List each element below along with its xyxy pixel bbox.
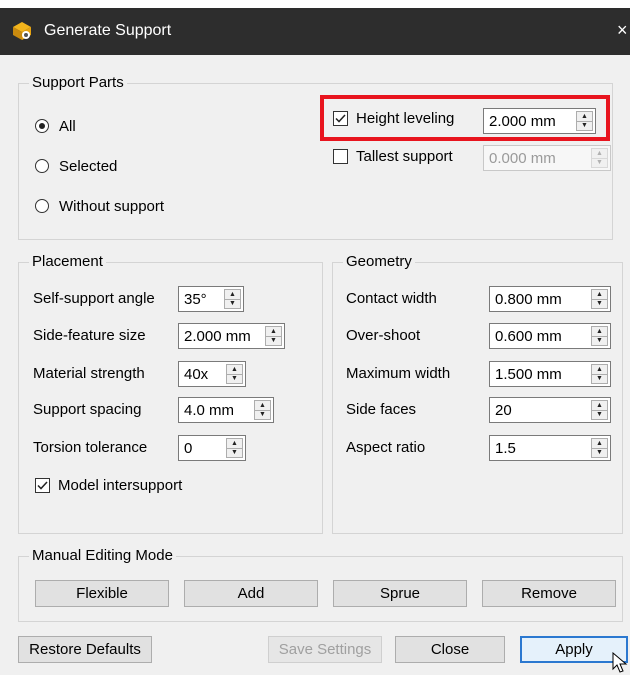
flexible-button[interactable]: Flexible [35, 580, 169, 607]
over-shoot-label: Over-shoot [346, 327, 421, 344]
aspect-ratio-label: Aspect ratio [346, 439, 426, 456]
radio-without-support-indicator[interactable] [35, 199, 49, 213]
contact-width-value[interactable]: 0.800 mm [490, 291, 591, 308]
tallest-support-label: Tallest support [356, 147, 453, 165]
maximum-width-label: Maximum width [346, 365, 451, 382]
close-icon[interactable]: × [617, 20, 628, 41]
maximum-width-spinbox[interactable]: 1.500 mm ▲ ▼ [489, 361, 611, 387]
side-feature-size-value[interactable]: 2.000 mm [179, 328, 265, 345]
highlight-box [320, 95, 610, 141]
app-icon [13, 22, 31, 40]
remove-button[interactable]: Remove [482, 580, 616, 607]
model-intersupport-check-icon[interactable] [35, 477, 50, 493]
title-bar: Generate Support × [0, 8, 630, 55]
radio-without-support[interactable]: Without support [35, 195, 164, 217]
add-button[interactable]: Add [184, 580, 318, 607]
maximum-width-stepper[interactable]: ▲ ▼ [591, 364, 608, 384]
radio-selected-indicator[interactable] [35, 159, 49, 173]
support-parts-title: Support Parts [29, 73, 127, 93]
over-shoot-value[interactable]: 0.600 mm [490, 328, 591, 345]
radio-all-label: All [59, 117, 76, 135]
side-faces-value[interactable]: 20 [490, 402, 591, 419]
support-spacing-value[interactable]: 4.0 mm [179, 402, 254, 419]
over-shoot-stepper[interactable]: ▲ ▼ [591, 326, 608, 346]
tallest-support-checkbox[interactable]: Tallest support [333, 145, 453, 167]
self-support-angle-label: Self-support angle [33, 290, 155, 307]
mouse-cursor-icon [612, 652, 628, 673]
material-strength-value[interactable]: 40x [179, 366, 226, 383]
radio-selected-label: Selected [59, 157, 118, 175]
window-title: Generate Support [44, 22, 172, 39]
contact-width-spinbox[interactable]: 0.800 mm ▲ ▼ [489, 286, 611, 312]
radio-all-indicator[interactable] [35, 119, 49, 133]
radio-selected[interactable]: Selected [35, 155, 117, 177]
aspect-ratio-stepper[interactable]: ▲ ▼ [591, 438, 608, 458]
manual-editing-title: Manual Editing Mode [29, 546, 176, 566]
support-spacing-label: Support spacing [33, 401, 142, 418]
model-intersupport-checkbox[interactable]: Model intersupport [35, 474, 182, 496]
geometry-title: Geometry [343, 252, 415, 272]
side-feature-size-stepper[interactable]: ▲ ▼ [265, 326, 282, 346]
tallest-support-spinbox: 0.000 mm ▲ ▼ [483, 145, 611, 171]
contact-width-stepper[interactable]: ▲ ▼ [591, 289, 608, 309]
support-spacing-spinbox[interactable]: 4.0 mm ▲ ▼ [178, 397, 274, 423]
self-support-angle-stepper[interactable]: ▲ ▼ [224, 289, 241, 309]
material-strength-stepper[interactable]: ▲ ▼ [226, 364, 243, 384]
material-strength-spinbox[interactable]: 40x ▲ ▼ [178, 361, 246, 387]
tallest-support-check-icon[interactable] [333, 148, 348, 164]
side-faces-stepper[interactable]: ▲ ▼ [591, 400, 608, 420]
sprue-button[interactable]: Sprue [333, 580, 467, 607]
torsion-tolerance-spinbox[interactable]: 0 ▲ ▼ [178, 435, 246, 461]
radio-all[interactable]: All [35, 115, 76, 137]
radio-without-support-label: Without support [59, 197, 165, 215]
side-faces-label: Side faces [346, 401, 417, 418]
torsion-tolerance-label: Torsion tolerance [33, 439, 148, 456]
save-settings-button: Save Settings [268, 636, 382, 663]
contact-width-label: Contact width [346, 290, 437, 307]
maximum-width-value[interactable]: 1.500 mm [490, 366, 591, 383]
side-feature-size-label: Side-feature size [33, 327, 146, 344]
tallest-support-value: 0.000 mm [489, 149, 556, 167]
aspect-ratio-value[interactable]: 1.5 [490, 440, 591, 457]
model-intersupport-label: Model intersupport [58, 476, 183, 494]
torsion-tolerance-value[interactable]: 0 [179, 440, 226, 457]
restore-defaults-button[interactable]: Restore Defaults [18, 636, 152, 663]
over-shoot-spinbox[interactable]: 0.600 mm ▲ ▼ [489, 323, 611, 349]
placement-title: Placement [29, 252, 106, 272]
side-feature-size-spinbox[interactable]: 2.000 mm ▲ ▼ [178, 323, 285, 349]
self-support-angle-spinbox[interactable]: 35° ▲ ▼ [178, 286, 244, 312]
tallest-support-stepper: ▲ ▼ [591, 148, 608, 168]
torsion-tolerance-stepper[interactable]: ▲ ▼ [226, 438, 243, 458]
side-faces-spinbox[interactable]: 20 ▲ ▼ [489, 397, 611, 423]
self-support-angle-value[interactable]: 35° [179, 291, 224, 308]
close-button[interactable]: Close [395, 636, 505, 663]
aspect-ratio-spinbox[interactable]: 1.5 ▲ ▼ [489, 435, 611, 461]
material-strength-label: Material strength [33, 365, 145, 382]
support-spacing-stepper[interactable]: ▲ ▼ [254, 400, 271, 420]
